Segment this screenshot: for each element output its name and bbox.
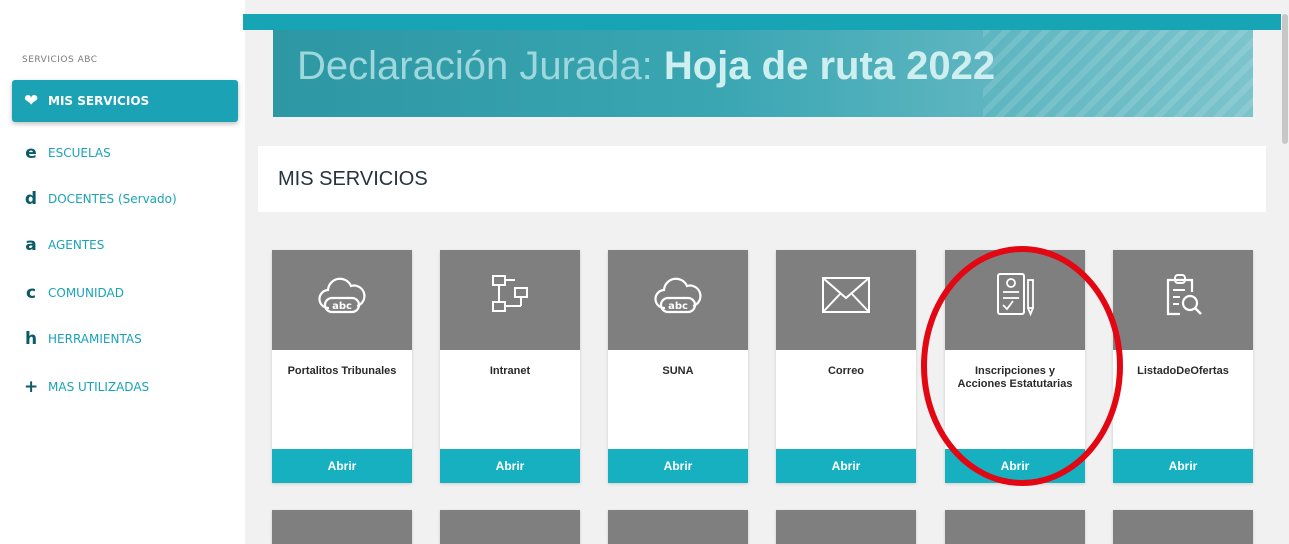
card-label: Correo	[827, 365, 865, 377]
section-title: MIS SERVICIOS	[278, 168, 428, 190]
sidebar-item-docentes[interactable]: d DOCENTES (Servado)	[12, 178, 238, 220]
card-label: Intranet	[489, 365, 531, 377]
abrir-button[interactable]: Abrir	[608, 449, 748, 483]
service-card-suna: abc SUNA Abrir	[608, 250, 748, 483]
svg-text:abc: abc	[668, 301, 688, 312]
scrollbar[interactable]	[1281, 0, 1289, 544]
banner[interactable]: Declaración Jurada: Hoja de ruta 2022	[273, 30, 1253, 117]
card-label: ListadoDeOfertas	[1137, 365, 1229, 377]
plus-icon: +	[24, 377, 39, 397]
sidebar-item-agentes[interactable]: a AGENTES	[12, 224, 238, 266]
cloud-abc-icon: abc	[318, 277, 366, 314]
envelope-icon	[822, 277, 870, 313]
abrir-button[interactable]: Abrir	[440, 449, 580, 483]
sidebar-item-escuelas[interactable]: e ESCUELAS	[12, 132, 238, 174]
sidebar-item-comunidad[interactable]: c COMUNIDAD	[12, 272, 238, 314]
clipboard-search-icon	[1166, 274, 1202, 316]
card-label: SUNA	[662, 365, 694, 377]
top-strip	[243, 14, 1281, 30]
sidebar-item-herramientas[interactable]: h HERRAMIENTAS	[12, 318, 238, 360]
letter-c-icon: c	[25, 283, 37, 303]
abrir-button[interactable]: Abrir	[272, 449, 412, 483]
service-card-portalitos: abc Portalitos Tribunales Abrir	[272, 250, 412, 483]
red-highlight-circle	[921, 246, 1123, 486]
sidebar-item-mas-utilizadas[interactable]: + MAS UTILIZADAS	[12, 366, 238, 408]
service-card-intranet: Intranet Abrir	[440, 250, 580, 483]
sidebar-item-label: MAS UTILIZADAS	[48, 380, 150, 394]
cloud-abc-icon: abc	[654, 277, 702, 314]
sidebar-item-label: MIS SERVICIOS	[48, 94, 150, 108]
banner-title: Declaración Jurada: Hoja de ruta 2022	[297, 44, 995, 89]
service-card-row2[interactable]	[272, 510, 412, 544]
sidebar-item-label: AGENTES	[48, 238, 105, 252]
svg-text:abc: abc	[332, 301, 352, 312]
letter-d-icon: d	[24, 189, 38, 209]
sidebar-item-label: HERRAMIENTAS	[48, 332, 142, 346]
service-card-correo: Correo Abrir	[776, 250, 916, 483]
letter-h-icon: h	[24, 329, 38, 349]
heart-icon: ❤	[24, 91, 39, 111]
card-label: Portalitos Tribunales	[287, 365, 397, 377]
abrir-button[interactable]: Abrir	[776, 449, 916, 483]
sidebar-title: SERVICIOS ABC	[22, 55, 98, 65]
service-card-row2[interactable]	[608, 510, 748, 544]
service-card-row2[interactable]	[440, 510, 580, 544]
service-card-listado-de-ofertas: ListadoDeOfertas Abrir	[1113, 250, 1253, 483]
banner-text-regular: Declaración Jurada:	[297, 44, 664, 88]
sidebar-item-mis-servicios[interactable]: ❤ MIS SERVICIOS	[12, 80, 238, 122]
sidebar-item-label: DOCENTES (Servado)	[48, 192, 177, 206]
sidebar-item-label: ESCUELAS	[48, 146, 111, 160]
banner-decoration	[983, 30, 1253, 117]
abrir-button[interactable]: Abrir	[1113, 449, 1253, 483]
sidebar: SERVICIOS ABC ❤ MIS SERVICIOS e ESCUELAS…	[0, 0, 245, 544]
service-card-row2[interactable]	[1113, 510, 1253, 544]
service-card-row2[interactable]	[945, 510, 1085, 544]
letter-e-icon: e	[25, 143, 37, 163]
scrollbar-thumb[interactable]	[1282, 14, 1288, 144]
service-card-row2[interactable]	[776, 510, 916, 544]
banner-text-bold: Hoja de ruta 2022	[663, 44, 996, 88]
sidebar-item-label: COMUNIDAD	[48, 286, 124, 300]
network-icon	[492, 275, 528, 312]
section-header: MIS SERVICIOS	[258, 146, 1266, 212]
letter-a-icon: a	[25, 235, 37, 255]
